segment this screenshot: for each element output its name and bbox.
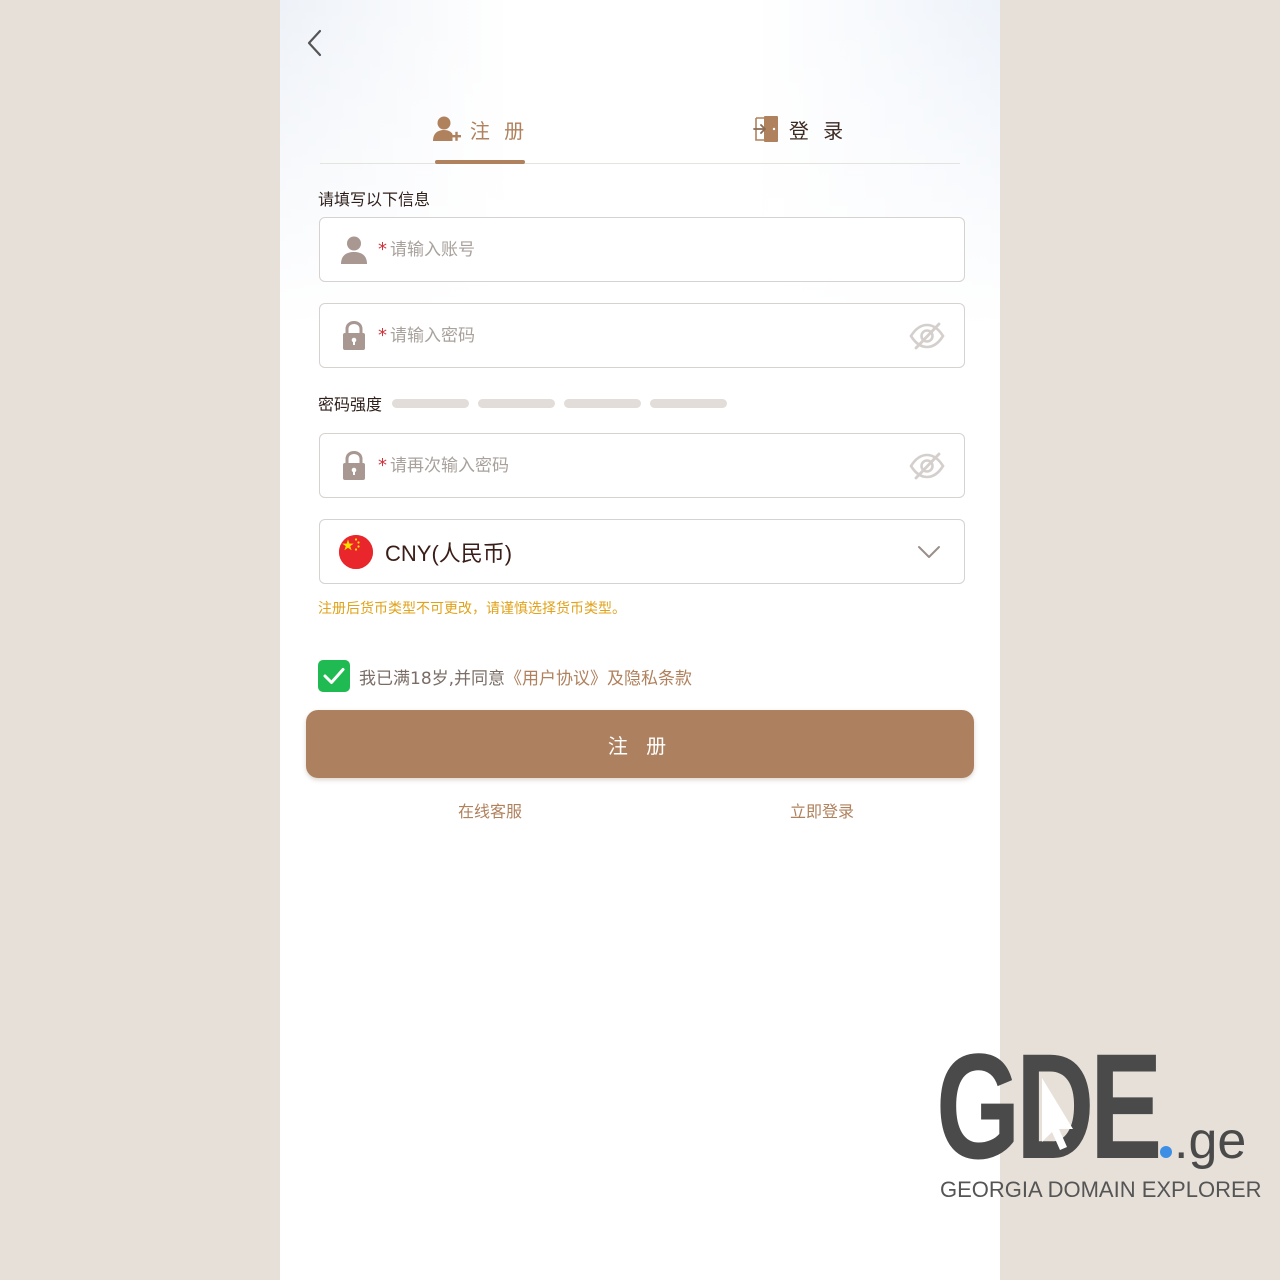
- required-mark: *: [378, 454, 387, 476]
- username-input[interactable]: [390, 229, 964, 270]
- password-strength-label: 密码强度: [318, 395, 383, 414]
- user-icon: [340, 235, 368, 265]
- logo-suffix: .ge: [1174, 1112, 1246, 1170]
- required-mark: *: [378, 324, 387, 346]
- chevron-left-icon: [307, 29, 322, 57]
- currency-select[interactable]: CNY(人民币): [319, 519, 965, 584]
- tab-register[interactable]: 注 册: [320, 95, 640, 164]
- agreement-row: 我已满18岁,并同意 《用户协议》及隐私条款: [318, 660, 692, 692]
- confirm-visibility-toggle[interactable]: [908, 451, 946, 481]
- password-input[interactable]: [390, 315, 908, 356]
- tab-login-label: 登 录: [788, 118, 848, 143]
- form-section-title: 请填写以下信息: [318, 190, 431, 209]
- confirm-password-field: *: [319, 433, 965, 498]
- tab-register-label: 注 册: [469, 118, 529, 143]
- screen: 注 册 登 录 请填写以下信息 * 请输入账号 * 密码强度 * CNY(人民币…: [0, 0, 1280, 1280]
- check-icon: [323, 668, 345, 684]
- password-strength: 密码强度: [318, 391, 736, 415]
- login-now-link[interactable]: 立即登录: [790, 798, 854, 822]
- user-agreement-link[interactable]: 《用户协议》及隐私条款: [505, 664, 692, 689]
- mobile-page: 注 册 登 录 请填写以下信息 * 请输入账号 * 密码强度 * CNY(人民币…: [280, 0, 1000, 1280]
- lock-icon: [340, 450, 368, 481]
- watermark-caption: GEORGIA DOMAIN EXPLORER: [940, 1177, 1262, 1202]
- currency-warning: 注册后货币类型不可更改，请谨慎选择货币类型。: [318, 601, 626, 617]
- tab-login[interactable]: 登 录: [640, 95, 960, 163]
- currency-value: CNY(人民币): [385, 540, 513, 566]
- chevron-down-icon: [916, 542, 942, 562]
- register-submit-button[interactable]: 注 册: [306, 710, 974, 778]
- agreement-checkbox[interactable]: [318, 660, 350, 692]
- strength-bar: [564, 398, 642, 408]
- lock-icon: [340, 320, 368, 351]
- password-field: *: [319, 303, 965, 368]
- strength-bar: [478, 398, 556, 408]
- eye-off-icon: [909, 322, 945, 349]
- back-button[interactable]: [298, 26, 332, 60]
- strength-bar: [650, 398, 728, 408]
- china-flag-icon: [339, 534, 373, 569]
- eye-off-icon: [909, 452, 945, 479]
- door-login-icon: [752, 116, 778, 142]
- confirm-password-input[interactable]: [390, 445, 908, 486]
- user-add-icon: [432, 116, 461, 141]
- username-field: *: [319, 217, 965, 282]
- auth-tabs: 注 册 登 录: [320, 95, 960, 164]
- agreement-text: 我已满18岁,并同意: [359, 668, 506, 689]
- customer-service-link[interactable]: 在线客服: [458, 798, 522, 822]
- password-visibility-toggle[interactable]: [908, 321, 946, 351]
- strength-bar: [392, 398, 470, 408]
- required-mark: *: [378, 238, 387, 260]
